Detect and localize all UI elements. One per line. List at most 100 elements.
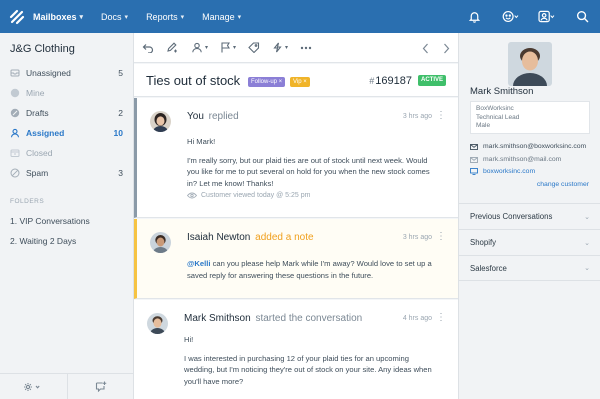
section-label: Salesforce bbox=[470, 263, 507, 273]
tag-label: Vip bbox=[293, 79, 302, 85]
folder-spam[interactable]: Spam 3 bbox=[0, 163, 134, 183]
nav-docs-label: Docs bbox=[101, 11, 122, 22]
nav-manage[interactable]: Manage ▾ bbox=[202, 12, 241, 22]
top-right-actions bbox=[456, 0, 600, 33]
user-menu-icon[interactable] bbox=[528, 0, 564, 33]
note-text: can you please help Mark while I'm away?… bbox=[187, 259, 432, 280]
message-menu-icon[interactable]: ⋮ bbox=[436, 312, 446, 323]
saved-folder-waiting[interactable]: 2. Waiting 2 Days bbox=[10, 236, 76, 246]
chevron-down-icon: ▾ bbox=[205, 45, 209, 51]
message-author: Isaiah Newton added a note bbox=[187, 232, 314, 243]
reply-button[interactable] bbox=[142, 33, 154, 63]
subject-bar: Ties out of stock Follow-up × Vip × #169… bbox=[134, 64, 458, 97]
section-shopify[interactable]: Shopify ⌄ bbox=[459, 229, 600, 255]
nav-reports[interactable]: Reports ▾ bbox=[146, 12, 184, 22]
smiley-icon[interactable] bbox=[492, 0, 528, 33]
bell-icon[interactable] bbox=[456, 0, 492, 33]
folder-drafts[interactable]: Drafts 2 bbox=[0, 103, 134, 123]
tag-vip[interactable]: Vip × bbox=[290, 77, 310, 87]
email-text: mark.smithson@boxworksinc.com bbox=[483, 143, 587, 150]
next-conversation-button[interactable] bbox=[443, 33, 450, 63]
sidebar-footer bbox=[0, 373, 134, 399]
tag-icon bbox=[248, 42, 260, 53]
ticket-hash: # bbox=[369, 76, 375, 86]
author-action: started the conversation bbox=[255, 313, 363, 324]
nav-docs[interactable]: Docs ▾ bbox=[101, 12, 128, 22]
folder-label: Closed bbox=[26, 148, 53, 158]
drafts-icon bbox=[10, 108, 20, 118]
status-button[interactable]: ▾ bbox=[220, 33, 236, 63]
email-icon bbox=[470, 143, 478, 150]
folder-closed[interactable]: Closed bbox=[0, 143, 134, 163]
saved-folders-heading: FOLDERS bbox=[10, 198, 45, 205]
author-name: Isaiah Newton bbox=[187, 232, 251, 243]
ticket-number: #169187 bbox=[369, 75, 412, 87]
folder-assigned[interactable]: Assigned 10 bbox=[0, 123, 134, 143]
message-time: 4 hrs ago bbox=[402, 315, 432, 322]
message-paragraph: Hi! bbox=[184, 335, 194, 344]
email-text: mark.smithson@mail.com bbox=[483, 156, 562, 163]
folder-unassigned[interactable]: Unassigned 5 bbox=[0, 63, 134, 83]
customer-company: BoxWorksinc bbox=[476, 105, 514, 112]
gear-icon bbox=[24, 382, 40, 391]
more-actions-button[interactable] bbox=[300, 33, 312, 63]
tag-button[interactable] bbox=[248, 33, 260, 63]
section-salesforce[interactable]: Salesforce ⌄ bbox=[459, 255, 600, 281]
previous-conversation-button[interactable] bbox=[422, 33, 429, 63]
customer-title: Technical Lead bbox=[476, 113, 520, 121]
mention[interactable]: @Kelli bbox=[187, 259, 210, 268]
author-name: Mark Smithson bbox=[184, 313, 251, 324]
folder-mine[interactable]: Mine bbox=[0, 83, 134, 103]
message-paragraph: Hi Mark! bbox=[187, 137, 216, 146]
settings-button[interactable] bbox=[0, 374, 67, 399]
customer-email-secondary[interactable]: mark.smithson@mail.com bbox=[470, 156, 561, 163]
tag-follow-up[interactable]: Follow-up × bbox=[248, 77, 286, 87]
folder-count: 2 bbox=[118, 108, 123, 118]
status-badge: ACTIVE bbox=[417, 75, 446, 86]
note-icon bbox=[167, 42, 177, 53]
next-icon bbox=[444, 43, 450, 53]
message-time: 3 hrs ago bbox=[402, 113, 432, 120]
add-note-button[interactable] bbox=[166, 33, 179, 63]
nav-mailboxes[interactable]: Mailboxes ▾ bbox=[33, 12, 83, 22]
section-label: Previous Conversations bbox=[470, 212, 553, 221]
message-thread: You replied 3 hrs ago ⋮ Hi Mark! I'm rea… bbox=[134, 98, 458, 399]
chevron-down-icon: ⌄ bbox=[584, 265, 590, 272]
search-icon[interactable] bbox=[564, 0, 600, 33]
message-author: You replied bbox=[187, 111, 239, 122]
reply-icon bbox=[142, 43, 154, 53]
folder-label: Unassigned bbox=[26, 68, 71, 78]
message-menu-icon[interactable]: ⋮ bbox=[436, 231, 446, 242]
author-name: You bbox=[187, 111, 204, 122]
change-customer-link[interactable]: change customer bbox=[537, 181, 589, 188]
message-menu-icon[interactable]: ⋮ bbox=[436, 110, 446, 121]
customer-website[interactable]: boxworksinc.com bbox=[470, 168, 535, 175]
conversation-toolbar: ▾ ▾ ▾ bbox=[134, 33, 458, 63]
folder-label: Drafts bbox=[26, 108, 49, 118]
spam-icon bbox=[10, 168, 20, 178]
status-flag-icon bbox=[221, 42, 230, 53]
chevron-down-icon: ▾ bbox=[180, 13, 185, 21]
website-text: boxworksinc.com bbox=[483, 168, 536, 175]
saved-folder-vip[interactable]: 1. VIP Conversations bbox=[10, 216, 90, 226]
new-conversation-button[interactable] bbox=[66, 374, 135, 399]
customer-email-primary[interactable]: mark.smithson@boxworksinc.com bbox=[470, 143, 586, 150]
nav-reports-label: Reports bbox=[146, 11, 178, 22]
customer-gender: Male bbox=[476, 122, 491, 129]
folder-count: 5 bbox=[118, 68, 123, 78]
mailbox-sidebar: J&G Clothing Unassigned 5 Mine Drafts 2 … bbox=[0, 33, 134, 399]
compose-icon bbox=[95, 381, 106, 392]
assign-button[interactable]: ▾ bbox=[191, 33, 208, 63]
mailbox-name: J&G Clothing bbox=[10, 43, 75, 55]
message-paragraph: @Kelli can you please help Mark while I'… bbox=[187, 258, 438, 281]
chevron-down-icon: ▾ bbox=[79, 13, 84, 21]
avatar bbox=[150, 232, 171, 253]
conversation-pager bbox=[408, 33, 450, 63]
customer-viewed-status: Customer viewed today @ 5:25 pm bbox=[187, 192, 310, 199]
section-previous-conversations[interactable]: Previous Conversations ⌄ bbox=[459, 203, 600, 229]
customer-photo bbox=[508, 42, 552, 86]
author-action: added a note bbox=[255, 232, 314, 243]
workflow-button[interactable]: ▾ bbox=[272, 33, 288, 63]
thread-message-customer: Mark Smithson started the conversation 4… bbox=[134, 300, 458, 399]
logo-icon[interactable] bbox=[0, 0, 33, 33]
